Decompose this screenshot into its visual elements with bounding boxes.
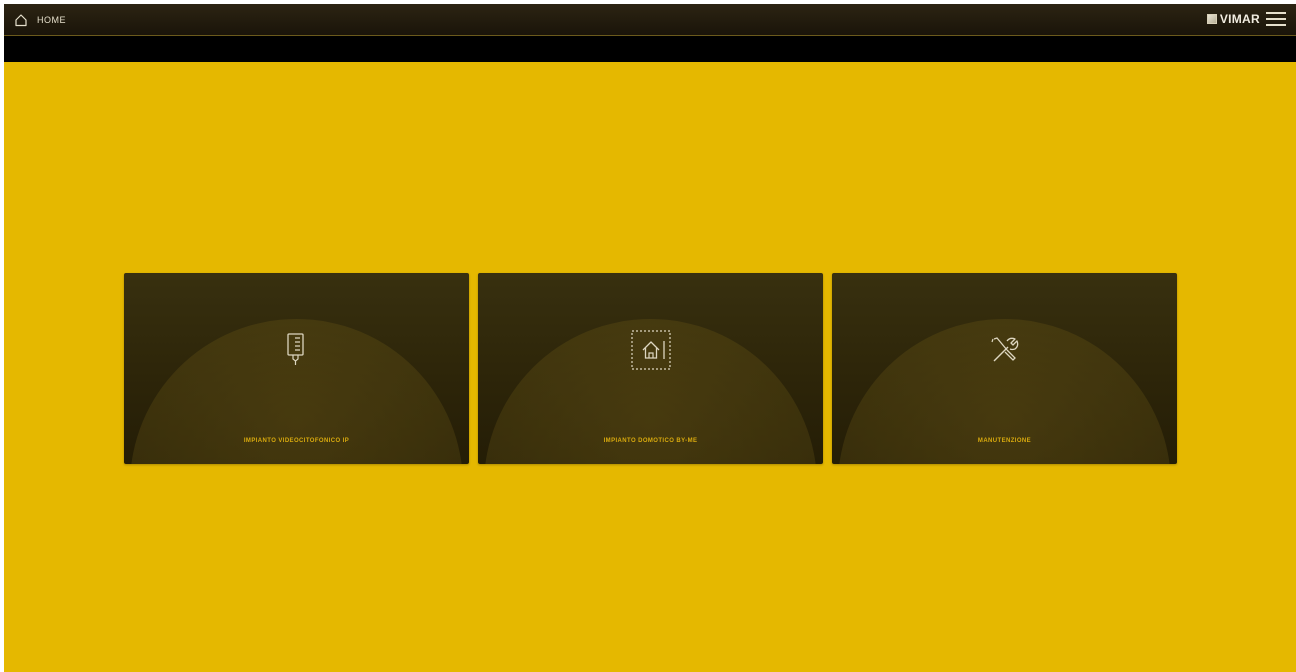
tile-grid: IMPIANTO VIDEOCITOFONICO IP IMPIANTO DOM… — [124, 273, 1177, 464]
brand-logo: VIMAR — [1206, 12, 1260, 26]
tile-label: MANUTENZIONE — [977, 438, 1032, 444]
tile-label: IMPIANTO DOMOTICO BY-ME — [603, 438, 698, 444]
sub-bar — [4, 36, 1296, 62]
home-link[interactable]: HOME — [14, 10, 66, 30]
tile-video-door-entry[interactable]: IMPIANTO VIDEOCITOFONICO IP — [124, 273, 469, 464]
tools-icon — [983, 328, 1027, 372]
home-icon[interactable] — [14, 13, 28, 27]
tile-home-automation[interactable]: IMPIANTO DOMOTICO BY-ME — [478, 273, 823, 464]
vimar-logo-icon — [1206, 14, 1217, 24]
door-entry-panel-icon — [275, 328, 319, 372]
app-window: HOME VIMAR IMPIANTO VIDEOCITOFONICO IP I… — [4, 4, 1296, 672]
tile-label: IMPIANTO VIDEOCITOFONICO IP — [243, 438, 350, 444]
brand-name: VIMAR — [1219, 12, 1260, 26]
tile-maintenance[interactable]: MANUTENZIONE — [832, 273, 1177, 464]
top-bar: HOME VIMAR — [4, 4, 1296, 36]
home-automation-icon — [629, 328, 673, 372]
home-label[interactable]: HOME — [37, 15, 66, 25]
hamburger-menu-icon[interactable] — [1266, 11, 1286, 27]
